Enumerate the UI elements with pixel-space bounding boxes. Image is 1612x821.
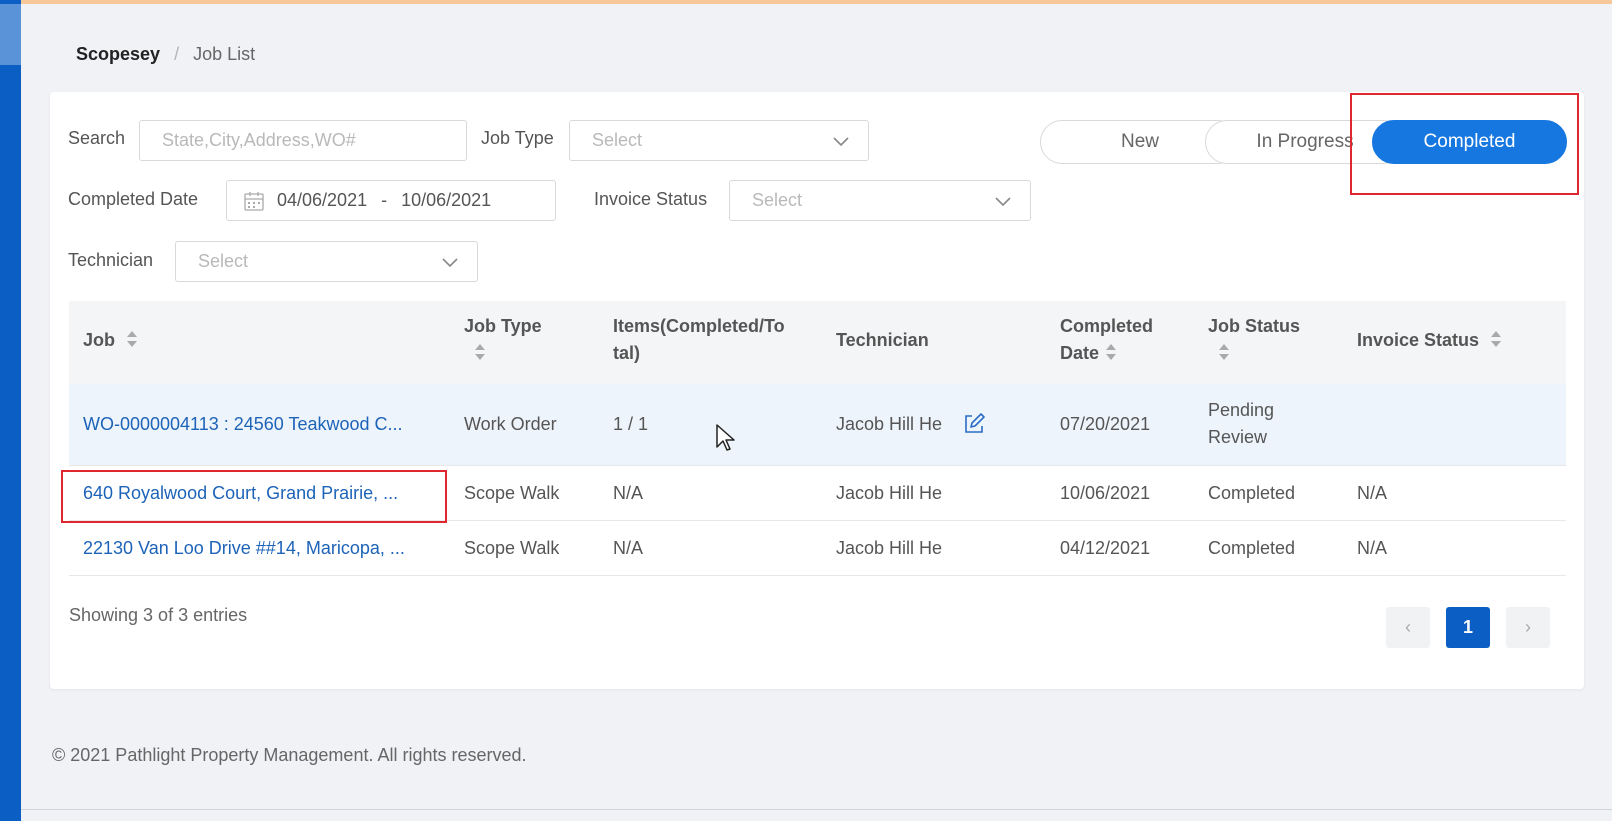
date-separator: - [381,190,388,210]
completed-date-cell: 10/06/2021 [1060,483,1151,503]
search-placeholder: State,City,Address,WO# [162,130,356,150]
job-status-cell: Completed [1208,483,1296,503]
breadcrumb-root[interactable]: Scopesey [76,44,160,65]
date-to: 10/06/2021 [401,190,492,210]
chevron-right-icon: › [1525,617,1531,637]
job-type-cell: Scope Walk [464,538,560,558]
completed-date-cell: 07/20/2021 [1060,414,1151,434]
invoice-status-label: Invoice Status [594,189,708,209]
top-accent-bar [0,0,1612,4]
job-type-select[interactable]: Select [569,120,869,161]
job-link-highlight-box [61,470,447,523]
header-job-type-label: Job Type [464,316,542,336]
breadcrumb: Scopesey / Job List [76,44,255,65]
sort-icon[interactable] [1218,343,1230,361]
header-technician: Technician [836,330,929,350]
header-items: Items(Completed/To tal) [613,313,785,367]
prev-page-button[interactable]: ‹ [1386,607,1430,648]
chevron-down-icon [442,258,458,268]
sort-icon[interactable] [1490,330,1502,348]
job-link[interactable]: WO-0000004113 : 24560 Teakwood C... [83,411,403,438]
completed-tab-highlight-box [1350,93,1579,195]
items-cell: 1 / 1 [613,414,649,434]
invoice-status-cell: N/A [1357,538,1388,558]
invoice-status-select[interactable]: Select [729,180,1031,221]
header-job[interactable]: Job [83,327,138,354]
job-status-line1: Pending [1208,400,1275,420]
sidebar-active-indicator[interactable] [0,4,21,65]
items-cell: N/A [613,483,644,503]
sort-icon[interactable] [1105,343,1117,361]
header-items-line1: Items(Completed/To [613,316,785,336]
items-cell: N/A [613,538,644,558]
technician-cell: Jacob Hill He [836,538,943,558]
header-items-line2: tal) [613,343,640,363]
search-input[interactable]: State,City,Address,WO# [139,120,467,161]
job-type-cell: Work Order [464,414,557,434]
header-invoice-status[interactable]: Invoice Status [1357,327,1502,354]
header-job-label: Job [83,330,116,350]
completed-date-range-picker[interactable]: 04/06/2021 - 10/06/2021 [226,180,556,221]
left-sidebar-rail [0,0,21,821]
job-type-value: Select [592,130,643,150]
page-number: 1 [1462,617,1473,637]
entries-count: Showing 3 of 3 entries [69,605,248,625]
page-1-button[interactable]: 1 [1446,607,1490,648]
header-completed-date-line2: Date [1060,343,1100,363]
header-completed-date-line1: Completed [1060,316,1154,336]
invoice-status-cell: N/A [1357,483,1388,503]
breadcrumb-current: Job List [193,44,256,64]
next-page-button[interactable]: › [1506,607,1550,648]
job-type-cell: Scope Walk [464,483,560,503]
tab-in-progress-label: In Progress [1256,131,1354,152]
sort-icon[interactable] [126,330,138,348]
technician-value: Select [198,251,249,271]
table-header [69,301,1566,384]
mouse-cursor-icon [716,424,735,451]
job-status-line2: Review [1208,427,1268,447]
header-invoice-status-label: Invoice Status [1357,330,1480,350]
job-type-label: Job Type [481,128,554,148]
job-status-cell: Completed [1208,538,1296,558]
tab-new-label: New [1120,131,1159,152]
chevron-left-icon: ‹ [1405,617,1411,637]
chevron-down-icon [833,137,849,147]
technician-cell: Jacob Hill He [836,414,943,434]
calendar-icon [244,191,264,211]
header-completed-date[interactable]: Completed Date [1060,313,1153,367]
header-job-status-label: Job Status [1208,316,1301,336]
technician-label: Technician [68,250,154,270]
chevron-down-icon [995,197,1011,207]
completed-date-label: Completed Date [68,189,199,209]
job-status-cell: Pending Review [1208,397,1274,451]
date-from: 04/06/2021 [277,190,368,210]
technician-cell: Jacob Hill He [836,483,943,503]
completed-date-cell: 04/12/2021 [1060,538,1151,558]
breadcrumb-separator: / [174,44,180,64]
footer-copyright: © 2021 Pathlight Property Management. Al… [52,745,527,765]
sort-icon[interactable] [474,343,486,361]
header-job-type[interactable]: Job Type [464,313,542,367]
invoice-status-value: Select [752,190,803,210]
job-link[interactable]: 22130 Van Loo Drive ##14, Maricopa, ... [83,535,405,562]
bottom-divider [21,809,1612,810]
edit-icon[interactable] [962,412,986,436]
header-job-status[interactable]: Job Status [1208,313,1300,367]
search-label: Search [68,128,126,148]
technician-select[interactable]: Select [175,241,478,282]
